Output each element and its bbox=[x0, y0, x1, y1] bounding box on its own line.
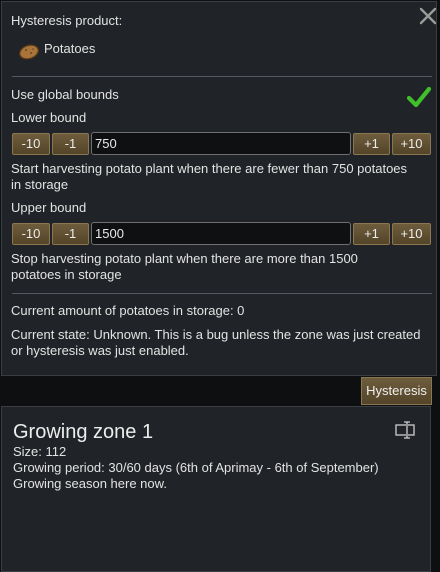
hysteresis-tab-button[interactable]: Hysteresis bbox=[361, 377, 432, 405]
upper-minus-1-button[interactable]: -1 bbox=[52, 223, 89, 245]
zone-size: Size: 112 bbox=[13, 444, 67, 459]
rename-icon[interactable] bbox=[394, 421, 420, 439]
upper-plus-10-button[interactable]: +10 bbox=[392, 223, 431, 245]
use-global-bounds-label[interactable]: Use global bounds bbox=[11, 87, 119, 103]
zone-growing-period: Growing period: 30/60 days (6th of Aprim… bbox=[13, 460, 379, 475]
checkmark-icon[interactable] bbox=[407, 86, 431, 108]
lower-plus-1-button[interactable]: +1 bbox=[353, 133, 390, 155]
zone-title: Growing zone 1 bbox=[13, 421, 154, 443]
upper-bound-description: Stop harvesting potato plant when there … bbox=[11, 251, 358, 282]
product-label: Hysteresis product: bbox=[11, 13, 123, 28]
lower-bound-description: Start harvesting potato plant when there… bbox=[11, 161, 408, 192]
upper-bound-label: Upper bound bbox=[11, 200, 87, 215]
upper-plus-1-button[interactable]: +1 bbox=[353, 223, 390, 245]
separator bbox=[12, 76, 432, 77]
lower-bound-input[interactable]: 750 bbox=[91, 132, 351, 155]
zone-inspect-panel: Growing zone 1 Size: 112 Growing period:… bbox=[1, 406, 431, 572]
current-state-text: Current state: Unknown. This is a bug un… bbox=[11, 327, 421, 358]
lower-minus-10-button[interactable]: -10 bbox=[12, 133, 50, 155]
potato-icon bbox=[19, 44, 39, 60]
product-name[interactable]: Potatoes bbox=[44, 41, 95, 57]
current-amount-text: Current amount of potatoes in storage: 0 bbox=[11, 303, 245, 318]
upper-minus-10-button[interactable]: -10 bbox=[12, 223, 50, 245]
hysteresis-panel: Hysteresis product: Potatoes Use global … bbox=[1, 1, 437, 376]
lower-minus-1-button[interactable]: -1 bbox=[52, 133, 89, 155]
lower-bound-label: Lower bound bbox=[11, 110, 87, 125]
lower-plus-10-button[interactable]: +10 bbox=[392, 133, 431, 155]
zone-growing-season: Growing season here now. bbox=[13, 476, 167, 491]
close-icon[interactable] bbox=[418, 6, 438, 26]
upper-bound-input[interactable]: 1500 bbox=[91, 222, 351, 245]
separator bbox=[12, 293, 432, 294]
